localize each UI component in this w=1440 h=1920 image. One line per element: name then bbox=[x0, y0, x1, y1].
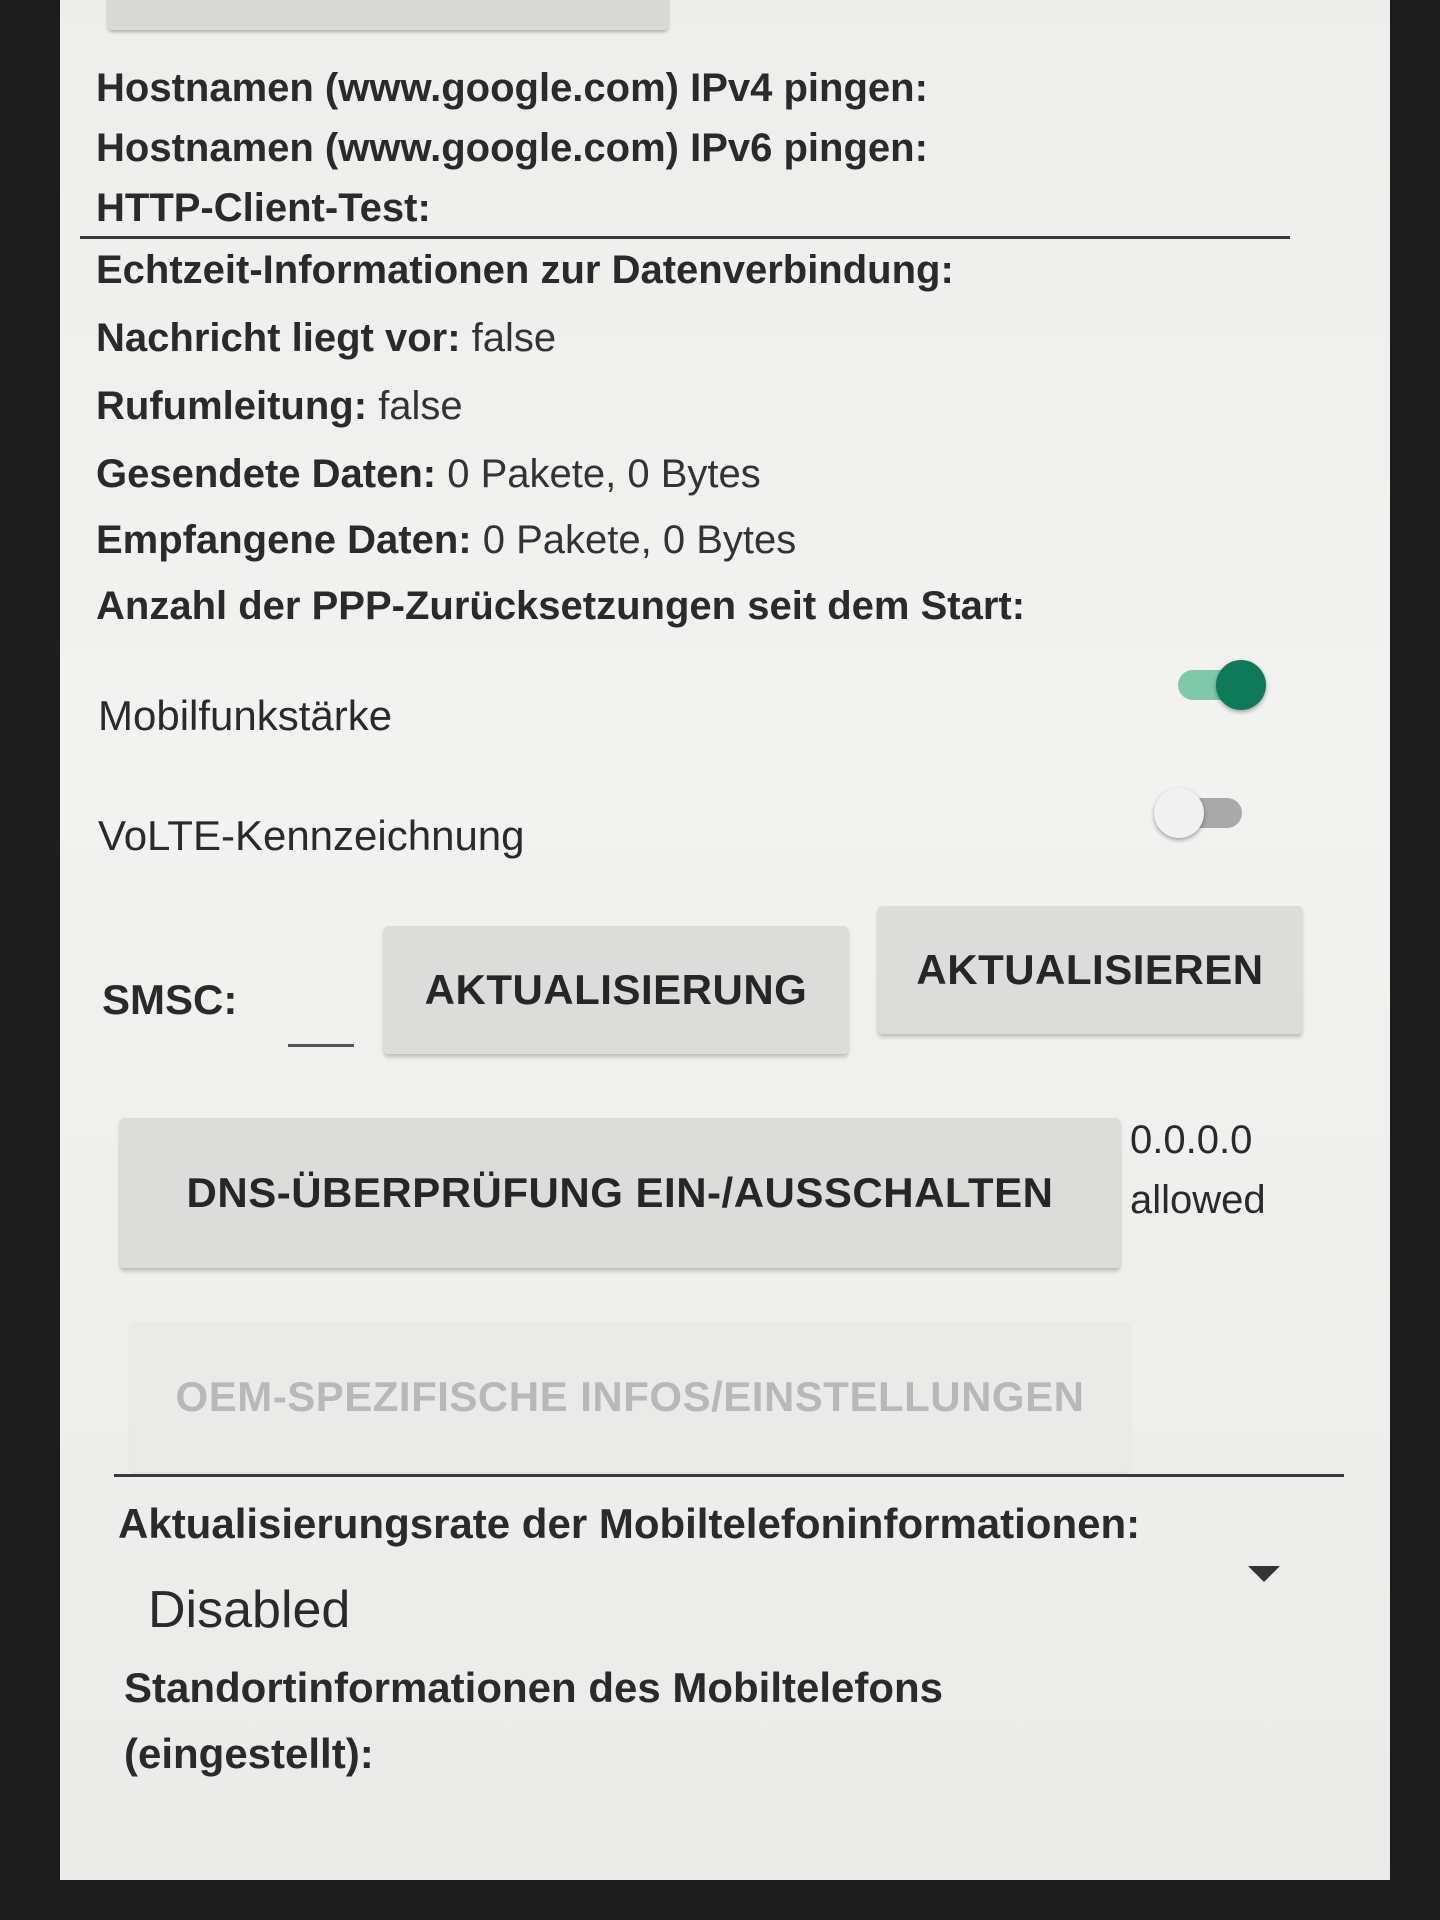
smsc-input[interactable] bbox=[288, 1000, 354, 1047]
switch-thumb bbox=[1154, 788, 1204, 838]
top-partial-button[interactable] bbox=[108, 0, 668, 30]
call-forwarding-value: false bbox=[378, 384, 463, 428]
smsc-update-button[interactable]: AKTUALISIERUNG bbox=[384, 926, 848, 1054]
message-waiting-value: false bbox=[471, 316, 557, 360]
call-forwarding-label: Rufumleitung: bbox=[96, 384, 368, 428]
sent-data-row: Gesendete Daten: 0 Pakete, 0 Bytes bbox=[96, 452, 761, 497]
section-divider bbox=[80, 236, 1290, 239]
call-forwarding-row: Rufumleitung: false bbox=[96, 384, 463, 429]
mobile-radio-switch[interactable] bbox=[1170, 654, 1266, 714]
realtime-header: Echtzeit-Informationen zur Datenverbindu… bbox=[96, 248, 954, 292]
dns-status: 0.0.0.0 allowed bbox=[1130, 1110, 1266, 1230]
http-client-test-label: HTTP-Client-Test: bbox=[96, 186, 431, 230]
volte-label: VoLTE-Kennzeichnung bbox=[98, 812, 525, 859]
message-waiting-label: Nachricht liegt vor: bbox=[96, 316, 461, 360]
smsc-label: SMSC: bbox=[102, 976, 238, 1023]
received-data-label: Empfangene Daten: bbox=[96, 518, 472, 562]
dns-toggle-button[interactable]: DNS-ÜBERPRÜFUNG EIN-/AUSSCHALTEN bbox=[120, 1118, 1120, 1268]
received-data-value: 0 Pakete, 0 Bytes bbox=[482, 518, 797, 562]
section-divider-2 bbox=[114, 1474, 1344, 1477]
mobile-radio-label: Mobilfunkstärke bbox=[98, 692, 393, 739]
refresh-rate-dropdown[interactable]: Disabled bbox=[148, 1580, 350, 1640]
received-data-row: Empfangene Daten: 0 Pakete, 0 Bytes bbox=[96, 518, 796, 563]
refresh-rate-label: Aktualisierungsrate der Mobiltelefoninfo… bbox=[118, 1500, 1141, 1547]
dns-address: 0.0.0.0 bbox=[1130, 1118, 1253, 1162]
message-waiting-row: Nachricht liegt vor: false bbox=[96, 316, 556, 361]
dropdown-arrow-icon[interactable] bbox=[1248, 1566, 1280, 1582]
oem-info-button[interactable]: OEM-SPEZIFISCHE INFOS/EINSTELLUNGEN bbox=[130, 1322, 1130, 1472]
screen: Hostnamen (www.google.com) IPv4 pingen: … bbox=[60, 0, 1390, 1880]
volte-switch[interactable] bbox=[1154, 782, 1250, 842]
dns-status-text: allowed bbox=[1130, 1178, 1266, 1222]
cell-location-label-line2: (eingestellt): bbox=[124, 1730, 374, 1777]
ping-ipv6-label: Hostnamen (www.google.com) IPv6 pingen: bbox=[96, 126, 928, 170]
sent-data-value: 0 Pakete, 0 Bytes bbox=[447, 452, 761, 496]
sent-data-label: Gesendete Daten: bbox=[96, 452, 437, 496]
ppp-resets-label: Anzahl der PPP-Zurücksetzungen seit dem … bbox=[96, 584, 1026, 628]
ping-ipv4-label: Hostnamen (www.google.com) IPv4 pingen: bbox=[96, 66, 928, 110]
smsc-refresh-button[interactable]: AKTUALISIEREN bbox=[878, 906, 1302, 1034]
switch-thumb bbox=[1216, 660, 1266, 710]
cell-location-label-line1: Standortinformationen des Mobiltelefons bbox=[124, 1664, 944, 1711]
